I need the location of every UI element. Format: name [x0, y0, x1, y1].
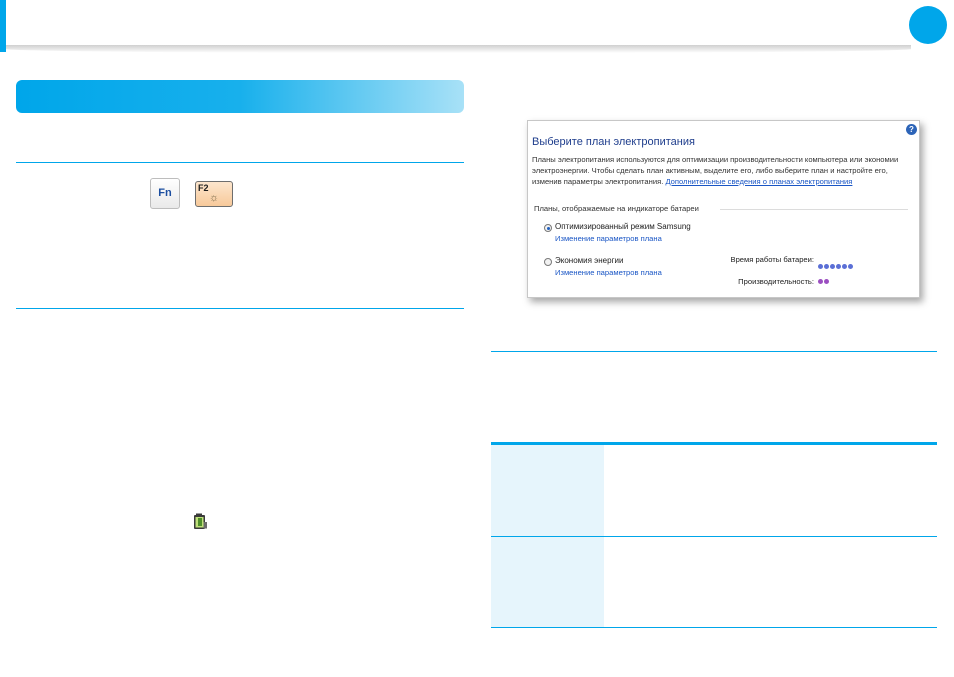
divider-line — [491, 351, 937, 352]
f2-key-label: F2 — [198, 183, 209, 193]
rating-dot — [818, 264, 823, 269]
table-cell-label — [491, 445, 604, 536]
plan-name-power-saver: Экономия энергии — [555, 256, 624, 265]
change-plan-link[interactable]: Изменение параметров плана — [555, 234, 662, 243]
divider-line — [16, 162, 464, 163]
rating-dot — [836, 264, 841, 269]
plan-name-samsung: Оптимизированный режим Samsung — [555, 222, 691, 231]
power-plan-window: ? Выберите план электропитания Планы эле… — [527, 120, 920, 298]
battery-icon — [194, 513, 207, 529]
fn-key-icon: Fn — [150, 178, 180, 209]
page-header — [0, 0, 954, 53]
plans-group-label: Планы, отображаемые на индикаторе батаре… — [534, 204, 699, 213]
change-plan-link[interactable]: Изменение параметров плана — [555, 268, 662, 277]
battery-life-label: Время работы батареи: — [730, 255, 815, 264]
rating-dot — [830, 264, 835, 269]
brightness-icon: ☼ — [209, 192, 220, 204]
plan-radio-power-saver[interactable] — [544, 258, 552, 266]
window-title: Выберите план электропитания — [532, 136, 695, 148]
rating-dot — [824, 264, 829, 269]
group-separator — [720, 209, 908, 210]
rating-dot — [848, 264, 853, 269]
rating-dot — [824, 279, 829, 284]
table-bottom-border — [491, 627, 937, 628]
fn-key-label: Fn — [158, 187, 172, 199]
performance-label: Производительность: — [738, 277, 814, 286]
page-number-badge — [909, 6, 947, 44]
more-info-link[interactable]: Дополнительные сведения о планах электро… — [665, 177, 852, 186]
rating-dot — [818, 279, 823, 284]
help-icon[interactable]: ? — [906, 124, 917, 135]
rating-dot — [842, 264, 847, 269]
window-description: Планы электропитания используются для оп… — [532, 154, 910, 187]
table-cell-label — [491, 537, 604, 627]
f2-brightness-key-icon: F2 ☼ — [195, 181, 233, 207]
plan-radio-samsung[interactable] — [544, 224, 552, 232]
divider-line — [16, 308, 464, 309]
header-shadow-divider — [6, 45, 911, 53]
performance-rating — [818, 279, 829, 284]
battery-life-rating — [818, 264, 853, 269]
section-heading-bar — [16, 80, 464, 113]
